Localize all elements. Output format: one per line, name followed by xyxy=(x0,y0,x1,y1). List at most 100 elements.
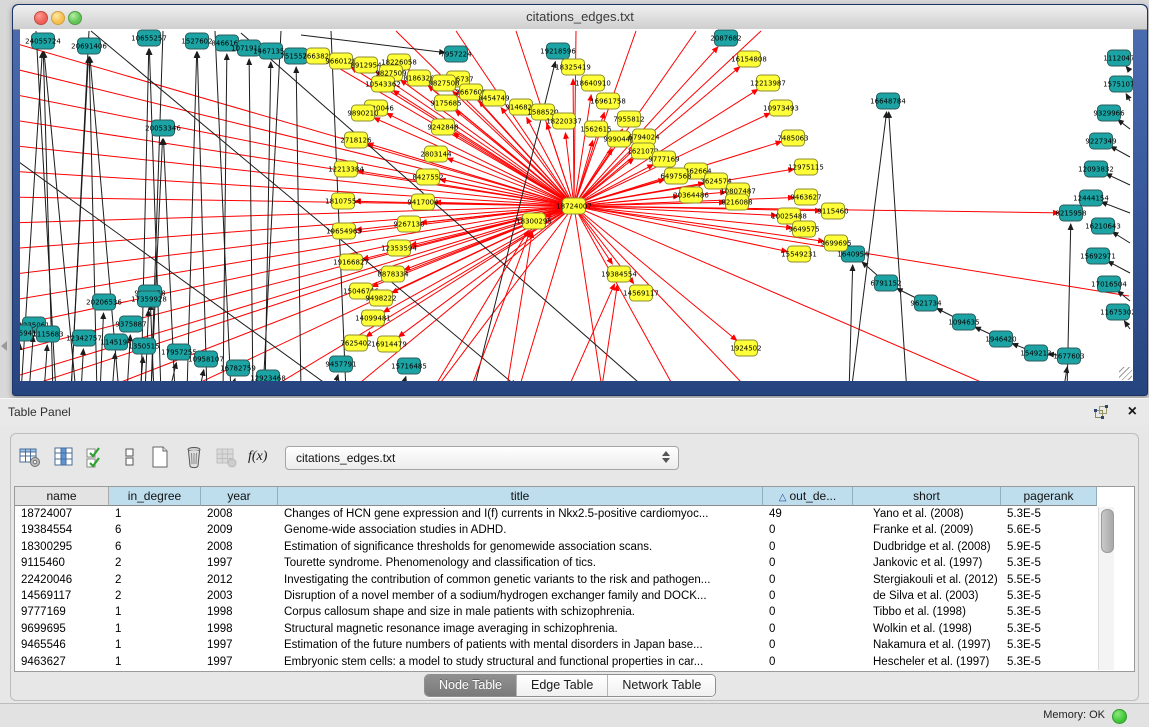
table-row[interactable]: 1872400712008Changes of HCN gene express… xyxy=(15,506,1097,522)
rows-icon[interactable] xyxy=(118,445,142,469)
graph-node[interactable]: 9457791 xyxy=(325,356,356,372)
graph-node[interactable]: 9621734 xyxy=(910,295,942,311)
graph-node[interactable]: 2087682 xyxy=(710,30,741,46)
network-window-titlebar[interactable]: citations_edges.txt xyxy=(13,5,1147,30)
panel-collapse-arrow[interactable] xyxy=(1,341,7,351)
graph-node[interactable]: 9699695 xyxy=(820,235,851,251)
resize-grip[interactable] xyxy=(1119,367,1132,380)
graph-node[interactable]: 1677603 xyxy=(1053,348,1084,364)
graph-node[interactable]: 19654963 xyxy=(326,223,362,239)
delete-table-icon[interactable] xyxy=(214,445,238,469)
network-graph[interactable]: 24055724 20691406 10655257 1527602 84661… xyxy=(20,29,1133,381)
scrollbar-thumb[interactable] xyxy=(1101,509,1114,553)
graph-node[interactable]: 14099481 xyxy=(355,310,391,326)
graph-node[interactable]: 15716485 xyxy=(391,358,427,374)
graph-node[interactable]: 1094635 xyxy=(948,314,979,330)
new-table-icon[interactable] xyxy=(148,445,172,469)
tab-edge-table[interactable]: Edge Table xyxy=(517,675,608,696)
graph-node[interactable]: 1145194 xyxy=(100,334,132,350)
graph-node[interactable]: 9417004 xyxy=(407,194,439,210)
graph-node[interactable]: 7485063 xyxy=(777,130,808,146)
graph-node[interactable]: 17016504 xyxy=(1091,276,1127,292)
table-row[interactable]: 969969511998Structural magnetic resonanc… xyxy=(15,621,1097,637)
graph-node[interactable]: 1112047 xyxy=(1103,50,1133,66)
column-header-in_degree[interactable]: in_degree xyxy=(109,487,201,506)
graph-node[interactable]: 9227349 xyxy=(1085,133,1116,149)
table-row[interactable]: 2242004622012Investigating the contribut… xyxy=(15,572,1097,588)
graph-node[interactable]: 9115460 xyxy=(817,203,848,219)
table-row[interactable]: 946362711997Embryonic stem cells: a mode… xyxy=(15,654,1097,670)
graph-node[interactable]: 19384554 xyxy=(601,266,637,282)
select-all-icon[interactable] xyxy=(84,445,108,469)
graph-node[interactable]: 9463627 xyxy=(790,189,821,205)
graph-node[interactable]: 12444154 xyxy=(1073,190,1109,206)
graph-node[interactable]: 16210643 xyxy=(1085,218,1121,234)
graph-node[interactable]: 1527602 xyxy=(181,33,212,49)
graph-node[interactable]: 16961758 xyxy=(590,93,626,109)
graph-node[interactable]: 8216088 xyxy=(721,194,752,210)
graph-node[interactable]: 18325419 xyxy=(555,59,591,75)
table-row[interactable]: 1938455462009Genome-wide association stu… xyxy=(15,522,1097,538)
network-canvas[interactable]: 24055724 20691406 10655257 1527602 84661… xyxy=(20,29,1133,381)
delete-icon[interactable] xyxy=(182,445,206,469)
graph-node[interactable]: 16648784 xyxy=(870,93,906,109)
graph-node[interactable]: 8215958 xyxy=(1055,205,1086,221)
graph-node[interactable]: 18107554 xyxy=(325,193,361,209)
tab-node-table[interactable]: Node Table xyxy=(425,675,517,696)
graph-node[interactable]: 1350515 xyxy=(128,338,159,354)
graph-node[interactable]: 16914479 xyxy=(371,336,407,352)
column-select-icon[interactable] xyxy=(52,445,76,469)
column-header-short[interactable]: short xyxy=(853,487,1001,506)
graph-node[interactable]: 6497568 xyxy=(660,168,691,184)
network-table-selector[interactable]: citations_edges.txt xyxy=(285,446,679,470)
graph-node[interactable]: 7957224 xyxy=(440,46,472,62)
graph-node[interactable]: 1946420 xyxy=(985,331,1016,347)
column-header-pagerank[interactable]: pagerank xyxy=(1001,487,1097,506)
graph-node[interactable]: 9175685 xyxy=(430,95,461,111)
graph-node[interactable]: 9329966 xyxy=(1093,105,1125,121)
graph-node[interactable]: 11675302 xyxy=(1100,304,1133,320)
graph-node[interactable]: 20053346 xyxy=(145,120,181,136)
graph-node[interactable]: 8427552 xyxy=(412,169,443,185)
graph-node[interactable]: 9498222 xyxy=(365,290,396,306)
graph-node[interactable]: 1115683 xyxy=(32,326,63,342)
graph-node[interactable]: 14569117 xyxy=(623,285,659,301)
graph-node[interactable]: 6791152 xyxy=(870,275,901,291)
graph-node[interactable]: 15751074 xyxy=(1103,76,1133,92)
graph-node[interactable]: 2803144 xyxy=(420,146,452,162)
column-header-out_de[interactable]: △out_de... xyxy=(763,487,853,506)
graph-node[interactable]: 7955812 xyxy=(613,111,644,127)
graph-node[interactable]: 19218596 xyxy=(540,43,576,59)
graph-node[interactable]: 9649575 xyxy=(788,221,819,237)
graph-node[interactable]: 2718126 xyxy=(340,132,372,148)
graph-node[interactable]: 8878334 xyxy=(377,266,409,282)
graph-node[interactable]: 1549213 xyxy=(1020,345,1051,361)
graph-node[interactable]: 12353594 xyxy=(381,240,417,256)
graph-node[interactable]: 24055724 xyxy=(25,33,61,49)
graph-node[interactable]: 18640910 xyxy=(575,75,611,91)
graph-node[interactable]: 12975115 xyxy=(788,159,824,175)
table-row[interactable]: 946554611997Estimation of the future num… xyxy=(15,637,1097,653)
table-settings-icon[interactable] xyxy=(18,445,42,469)
column-header-name[interactable]: name xyxy=(15,487,109,506)
column-header-year[interactable]: year xyxy=(201,487,278,506)
table-row[interactable]: 977716911998Corpus callosum shape and si… xyxy=(15,604,1097,620)
float-window-icon[interactable] xyxy=(1093,404,1109,420)
graph-node[interactable]: 1924502 xyxy=(730,340,761,356)
tab-network-table[interactable]: Network Table xyxy=(608,675,715,696)
graph-node[interactable]: 15549231 xyxy=(781,246,817,262)
column-header-title[interactable]: title xyxy=(278,487,763,506)
graph-node[interactable]: 9777169 xyxy=(648,151,679,167)
close-panel-icon[interactable]: × xyxy=(1128,401,1137,423)
graph-node[interactable]: 9267130 xyxy=(393,216,424,232)
graph-node[interactable]: 9242848 xyxy=(427,119,458,135)
graph-node[interactable]: 10655257 xyxy=(131,30,167,46)
vertical-scrollbar[interactable] xyxy=(1098,507,1114,670)
graph-node[interactable]: 9375887 xyxy=(115,316,146,332)
function-builder-icon[interactable]: f(x) xyxy=(248,445,272,469)
graph-node[interactable]: 7625402 xyxy=(340,335,371,351)
table-row[interactable]: 911546021997Tourette syndrome. Phenomeno… xyxy=(15,555,1097,571)
table-row[interactable]: 1456911722003Disruption of a novel membe… xyxy=(15,588,1097,604)
table-row[interactable]: 1830029562008Estimation of significance … xyxy=(15,539,1097,555)
graph-node[interactable]: 12213987 xyxy=(750,75,786,91)
